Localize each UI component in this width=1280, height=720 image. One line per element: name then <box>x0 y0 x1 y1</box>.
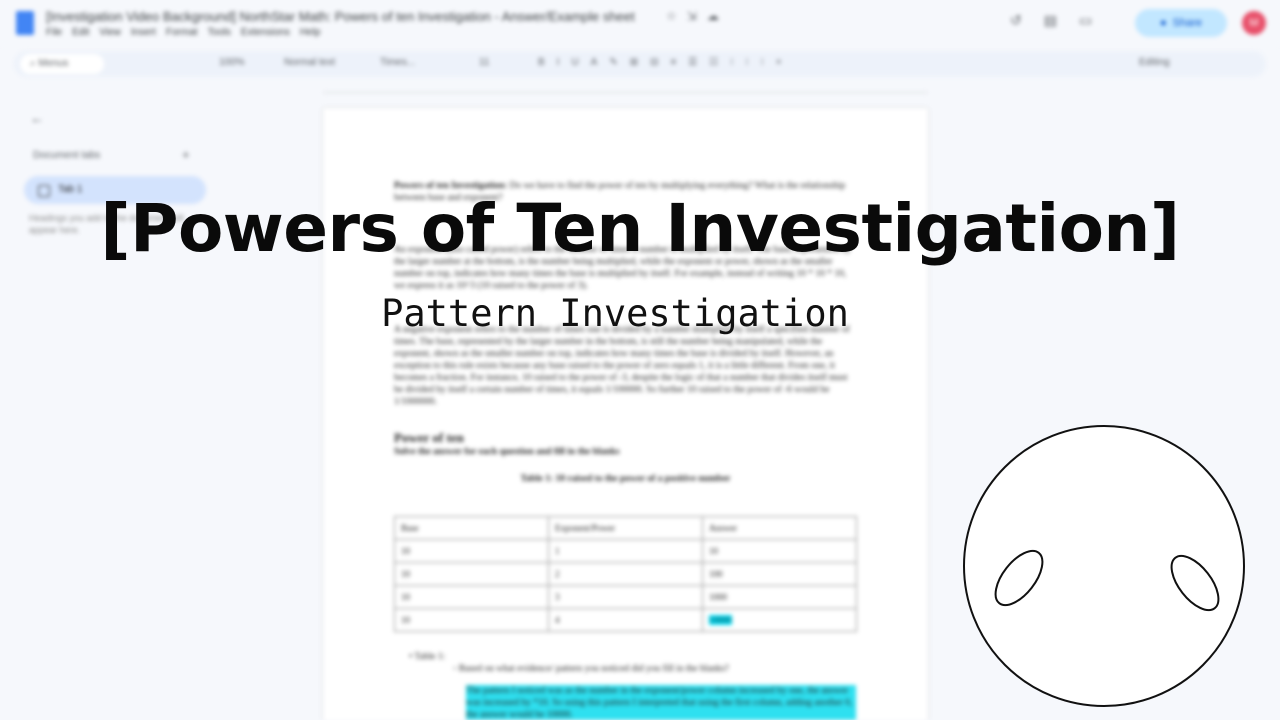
style-select[interactable]: Normal text <box>284 57 335 68</box>
overlay-subtitle: Pattern Investigation <box>381 292 849 335</box>
table-cell: 10 <box>394 562 549 586</box>
back-arrow-icon[interactable]: ← <box>30 110 44 126</box>
instruction-text: Solve the answer for each question and f… <box>394 447 620 457</box>
comments-icon[interactable]: ▤ <box>1044 12 1057 29</box>
menu-view[interactable]: View <box>99 27 121 38</box>
document-title[interactable]: [Investigation Video Background] NorthSt… <box>46 9 635 24</box>
menu-bar: File Edit View Insert Format Tools Exten… <box>46 27 320 38</box>
add-tab-icon[interactable]: + <box>182 147 190 162</box>
menu-extensions[interactable]: Extensions <box>241 27 290 38</box>
negative-exponent-paragraph: A negative exponent refers to the number… <box>394 325 850 407</box>
formatting-toolbar: ⌕ Menus 100% Normal text Times... 11 BIU… <box>14 51 1266 77</box>
highlighted-answer: 10000 <box>709 615 732 625</box>
table-cell: 10 <box>394 608 549 632</box>
avatar[interactable]: M <box>1242 11 1266 35</box>
bullet-text: Table 1: <box>414 652 446 662</box>
title-bar: [Investigation Video Background] NorthSt… <box>0 0 1280 46</box>
table-cell: 3 <box>548 585 703 609</box>
font-select[interactable]: Times... <box>380 57 415 68</box>
docs-logo-icon[interactable] <box>16 11 34 35</box>
menu-help[interactable]: Help <box>300 27 321 38</box>
meet-icon[interactable]: ▭ <box>1079 12 1092 29</box>
format-icons[interactable]: BIUA✎⊞⊟≡☰☷⁝⁝⁝× <box>538 57 794 68</box>
zoom-select[interactable]: 100% <box>219 57 245 68</box>
bullet-item: • Table 1: <box>409 652 446 662</box>
avatar-face-icon <box>963 425 1245 707</box>
table-header-cell: Base <box>394 516 549 540</box>
highlighted-answer-paragraph: The pattern I noticed was as the number … <box>466 685 856 720</box>
document-tabs-title: Document tabs <box>33 150 101 161</box>
table-cell: 100 <box>702 562 857 586</box>
table-cell: 10 <box>394 539 549 563</box>
table-cell: 10 <box>702 539 857 563</box>
menu-tools[interactable]: Tools <box>208 27 231 38</box>
table-cell: 10 <box>394 585 549 609</box>
editing-mode-select[interactable]: Editing <box>1139 57 1170 68</box>
table-header-cell: Exponent/Power <box>548 516 703 540</box>
header-icons: ↺ ▤ ▭ <box>1010 12 1092 29</box>
powers-table: Base Exponent/Power Answer 10 1 10 10 2 … <box>394 516 857 632</box>
table-cell: 1 <box>548 539 703 563</box>
overlay-title: [Powers of Ten Investigation] <box>100 190 1180 267</box>
menus-search-input[interactable]: ⌕ Menus <box>20 54 104 74</box>
table-row: 10 1 10 <box>394 539 857 563</box>
table-header-cell: Answer <box>702 516 857 540</box>
font-size-input[interactable]: 11 <box>479 57 489 68</box>
share-button[interactable]: ● Share <box>1135 9 1227 37</box>
menu-insert[interactable]: Insert <box>131 27 156 38</box>
star-move-cloud-icons[interactable]: ☆⇲☁ <box>666 9 729 23</box>
menu-edit[interactable]: Edit <box>72 27 89 38</box>
section-heading: Power of ten <box>394 430 464 445</box>
table-row: 10 4 10000 <box>394 608 857 632</box>
table-cell: 1000 <box>702 585 857 609</box>
table-row: 10 3 1000 <box>394 585 857 609</box>
table-cell: 10000 <box>702 608 857 632</box>
question-text: Based on what evidence/ pattern you noti… <box>458 664 729 674</box>
share-label: Share <box>1172 17 1202 29</box>
history-icon[interactable]: ↺ <box>1010 12 1022 29</box>
menu-file[interactable]: File <box>46 27 62 38</box>
table-caption: Table 1: 10 raised to the power of a pos… <box>520 474 731 484</box>
table-row: 10 2 100 <box>394 562 857 586</box>
ruler[interactable] <box>323 86 928 93</box>
table-cell: 4 <box>548 608 703 632</box>
table-header-row: Base Exponent/Power Answer <box>394 516 857 540</box>
menu-format[interactable]: Format <box>166 27 198 38</box>
question-item: ◦ Based on what evidence/ pattern you no… <box>453 664 729 674</box>
table-cell: 2 <box>548 562 703 586</box>
lock-icon: ● <box>1159 17 1167 29</box>
